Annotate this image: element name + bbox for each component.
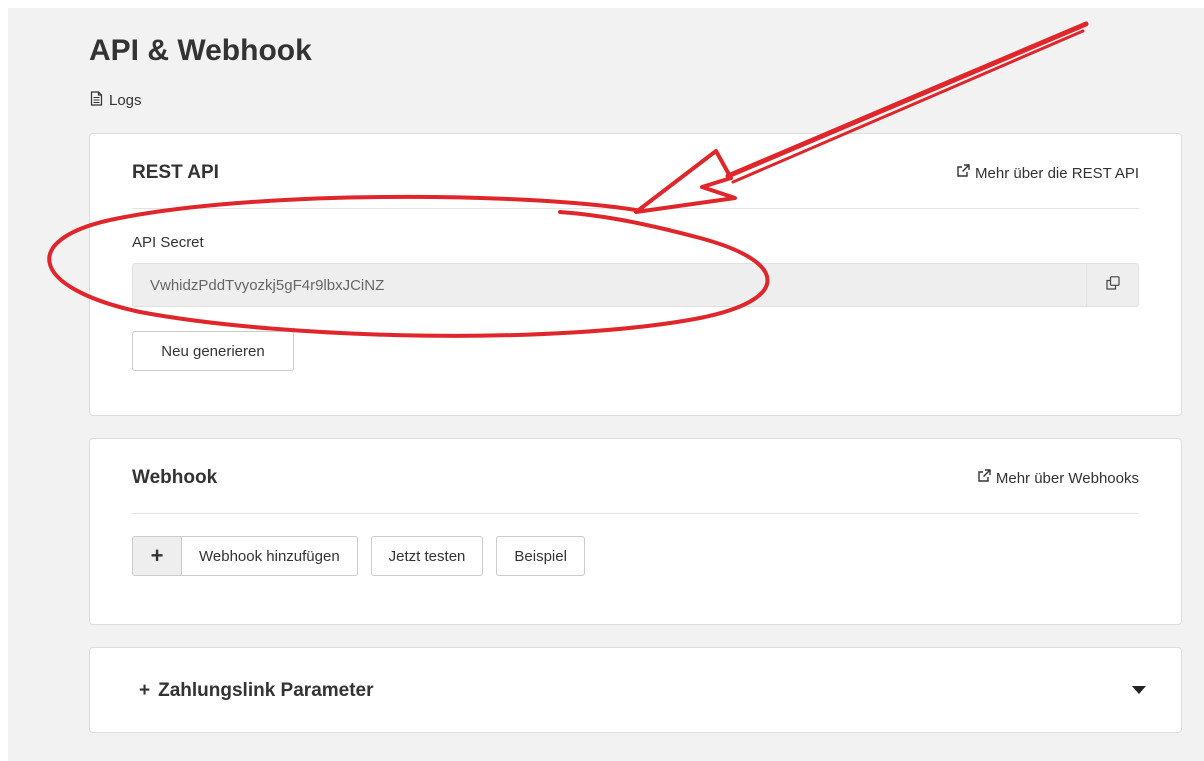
external-link-icon [956, 164, 971, 182]
api-secret-field[interactable] [132, 263, 1086, 307]
copy-button[interactable] [1086, 263, 1139, 307]
api-secret-label: API Secret [132, 234, 204, 251]
webhook-card: Webhook Mehr über Webhooks + Webhook hin… [89, 438, 1182, 625]
webhook-header: Webhook Mehr über Webhooks [132, 463, 1139, 514]
page-background: API & Webhook Logs REST API Mehr über di… [8, 8, 1204, 761]
add-webhook-button[interactable]: + Webhook hinzufügen [132, 536, 358, 576]
api-secret-group [132, 263, 1139, 307]
page-title: API & Webhook [89, 34, 312, 67]
copy-icon [1105, 275, 1120, 295]
caret-down-icon [1132, 682, 1146, 700]
payment-link-params-card: + Zahlungslink Parameter [89, 647, 1182, 733]
document-icon [90, 91, 103, 110]
rest-api-docs-label: Mehr über die REST API [975, 164, 1139, 182]
payment-link-params-toggle[interactable]: + Zahlungslink Parameter [139, 648, 1146, 734]
webhook-title: Webhook [132, 467, 218, 488]
webhook-docs-link[interactable]: Mehr über Webhooks [977, 469, 1139, 487]
regenerate-button[interactable]: Neu generieren [132, 331, 294, 371]
plus-icon: + [133, 537, 182, 575]
external-link-icon [977, 469, 992, 487]
webhook-docs-label: Mehr über Webhooks [995, 469, 1139, 487]
expand-plus-icon: + [139, 680, 151, 701]
payment-link-params-title: Zahlungslink Parameter [158, 680, 374, 701]
rest-api-header: REST API Mehr über die REST API [132, 158, 1139, 209]
rest-api-card: REST API Mehr über die REST API API Secr… [89, 133, 1182, 416]
test-now-button[interactable]: Jetzt testen [370, 536, 484, 576]
logs-label: Logs [109, 92, 142, 109]
logs-link[interactable]: Logs [90, 91, 142, 110]
example-button[interactable]: Beispiel [496, 536, 585, 576]
rest-api-docs-link[interactable]: Mehr über die REST API [956, 164, 1139, 182]
rest-api-title: REST API [132, 162, 219, 183]
webhook-actions: + Webhook hinzufügen Jetzt testen Beispi… [132, 536, 585, 576]
payment-link-params-heading: + Zahlungslink Parameter [139, 680, 374, 702]
add-webhook-label: Webhook hinzufügen [199, 547, 340, 565]
